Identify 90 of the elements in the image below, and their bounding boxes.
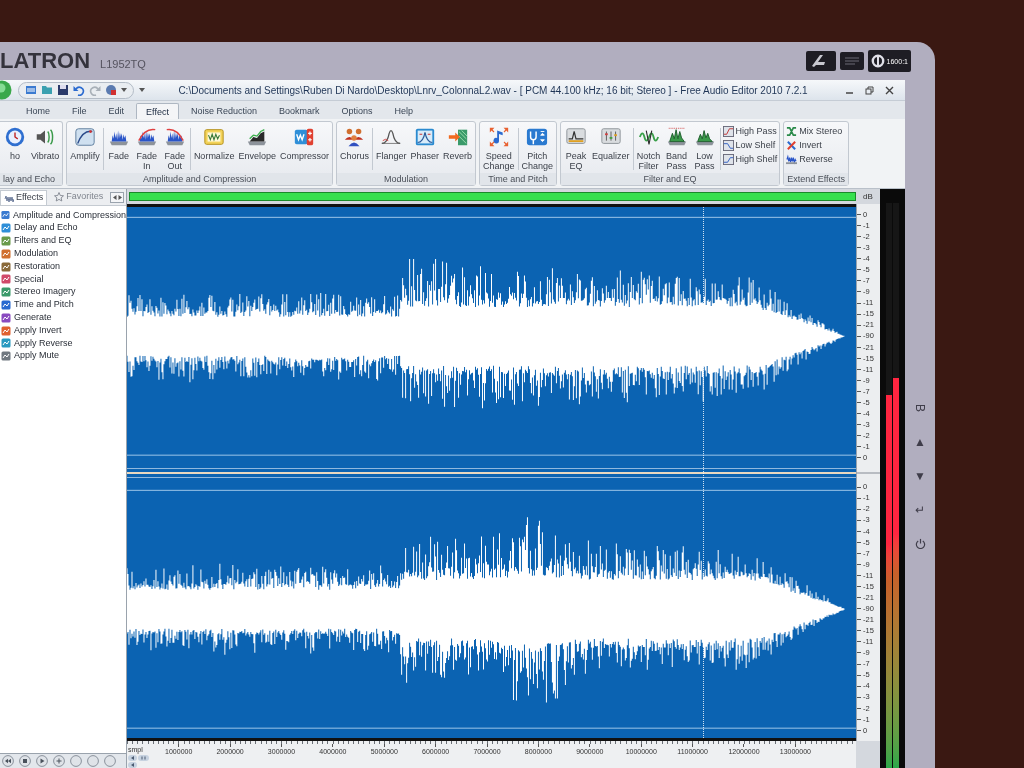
ribbon-button[interactable]: Normalize <box>192 125 236 161</box>
ring-icon <box>870 54 885 68</box>
sidebar-item[interactable]: Modulation <box>0 247 126 261</box>
emblem-icon <box>839 52 864 70</box>
ribbon-button[interactable]: Speed Change <box>482 125 516 171</box>
ribbon-button[interactable]: High Shelf <box>722 153 778 165</box>
sidebar-item[interactable]: Amplitude and Compression <box>0 209 126 222</box>
sidebar-item[interactable]: Filters and EQ <box>0 234 126 248</box>
ribbon-group-label: Amplitude and Compression <box>143 174 257 184</box>
ribbon-button[interactable]: High Pass <box>722 125 778 137</box>
triangle-icon[interactable] <box>128 755 137 761</box>
ribbon-button[interactable]: Envelope <box>237 125 277 161</box>
emblem-icon <box>805 51 836 71</box>
overview-bar[interactable] <box>129 192 856 201</box>
ribbon-button[interactable]: Peak EQ <box>563 125 590 171</box>
tuning-fork-icon[interactable] <box>525 126 550 148</box>
ribbon-button[interactable]: Compressor <box>278 125 330 161</box>
ribbon-button[interactable]: Pitch Change <box>520 125 555 171</box>
folder-icon[interactable] <box>41 84 53 96</box>
ribbon-button[interactable]: Reverb <box>442 125 473 161</box>
filter-curve-icon[interactable] <box>722 125 734 137</box>
monitor-button[interactable]: B <box>914 404 926 412</box>
ribbon-button[interactable]: Fade Out <box>161 125 188 171</box>
plus-icon[interactable] <box>53 755 65 767</box>
ribbon-tab[interactable]: Edit <box>98 103 135 119</box>
ribbon-group-label: Modulation <box>383 174 428 184</box>
clock-icon[interactable] <box>3 126 27 148</box>
ribbon-button[interactable]: ho <box>2 125 28 161</box>
star-icon[interactable] <box>54 192 65 202</box>
brand-logo: LATRON <box>0 50 91 72</box>
sidebar-item[interactable]: Special <box>0 273 126 286</box>
monitor-button[interactable]: ↵ <box>915 504 925 516</box>
ribbon-button[interactable]: Invert <box>786 139 843 151</box>
ribbon-tab[interactable]: File <box>62 103 97 119</box>
bars-icon[interactable] <box>138 755 149 761</box>
ribbon-button[interactable]: Amplify <box>69 125 101 161</box>
sidebar-item[interactable]: Generate <box>0 311 126 325</box>
filter-curve-icon[interactable] <box>722 153 734 165</box>
ribbon-tab[interactable]: Noise Reduction <box>180 103 267 119</box>
triangle-icon[interactable] <box>128 762 137 768</box>
sidebar-item[interactable]: Apply Mute <box>0 349 126 363</box>
cross-icon[interactable] <box>786 139 798 151</box>
filter-curve-icon[interactable] <box>722 139 734 151</box>
power-icon[interactable] <box>914 538 926 549</box>
monitor-button[interactable]: ▲ <box>914 436 926 448</box>
ribbon-tab[interactable]: Home <box>16 103 60 119</box>
ribbon-tab[interactable]: Bookmark <box>268 103 330 119</box>
ribbon-tab[interactable]: Help <box>384 103 423 119</box>
sidebar-item[interactable]: Delay and Echo <box>0 221 126 235</box>
ribbon-button[interactable]: Fade <box>105 125 132 171</box>
document-icon[interactable] <box>25 84 37 96</box>
ribbon-group-label: Filter and EQ <box>643 174 697 184</box>
monitor-button[interactable]: ▼ <box>914 470 926 482</box>
ribbon-group-label: Extend Effects <box>787 174 845 184</box>
window-title: C:\Documents and Settings\Ruben Di Nardo\Desktop\Lnrv_ColonnaL2.wav - [ PCM 44.100 kHz; 16 bit; Stereo ] - Free Audio Editor 2010 7.2.1 <box>177 83 809 98</box>
ribbon-tab[interactable]: Effect <box>136 103 179 119</box>
waveform-icon[interactable] <box>786 153 798 165</box>
ribbon-button[interactable]: Phaser <box>409 125 440 161</box>
sidebar-item[interactable]: Stereo Imagery <box>0 285 126 299</box>
sidebar-item[interactable]: Apply Invert <box>0 324 126 337</box>
ribbon-button[interactable]: Vibrato <box>30 125 61 161</box>
ribbon-button[interactable]: Fade In <box>133 125 160 171</box>
sidebar-item[interactable]: Time and Pitch <box>0 298 126 312</box>
ribbon-button[interactable]: Reverse <box>786 153 843 165</box>
ribbon-button[interactable]: Low Pass <box>691 125 718 171</box>
ribbon-button[interactable]: Band Pass <box>663 125 690 171</box>
ribbon-group-label: lay and Echo <box>3 174 56 184</box>
ribbon-group-label: Time and Pitch <box>488 174 548 184</box>
caret-icon[interactable] <box>121 88 127 92</box>
ribbon-button[interactable]: Flanger <box>374 125 408 161</box>
ribbon-tab[interactable]: Options <box>331 103 383 119</box>
ribbon-button[interactable]: Equalizer <box>591 125 631 171</box>
ribbon-button[interactable]: Mix Stereo <box>786 125 843 137</box>
curve-icon[interactable] <box>73 126 98 148</box>
sidebar-item[interactable]: Restoration <box>0 260 126 273</box>
arrows-icon[interactable] <box>786 125 798 137</box>
caret-icon[interactable] <box>139 88 145 92</box>
undo-icon[interactable] <box>73 84 85 96</box>
ribbon-button[interactable]: Notch Filter <box>635 125 662 171</box>
globe-icon[interactable] <box>105 84 117 96</box>
stop-icon[interactable] <box>19 755 31 767</box>
ribbon-button[interactable]: Low Shelf <box>722 139 778 151</box>
panel-tab[interactable]: Effects <box>0 189 48 205</box>
ribbon-button[interactable]: Chorus <box>338 125 370 161</box>
play-icon[interactable] <box>36 755 48 767</box>
unit-label: dB <box>863 192 873 201</box>
sidebar-item[interactable]: Apply Reverse <box>0 336 126 350</box>
model-number: L1952TQ <box>100 59 146 70</box>
rewind-icon[interactable] <box>2 755 14 767</box>
orb-icon[interactable] <box>0 80 12 100</box>
